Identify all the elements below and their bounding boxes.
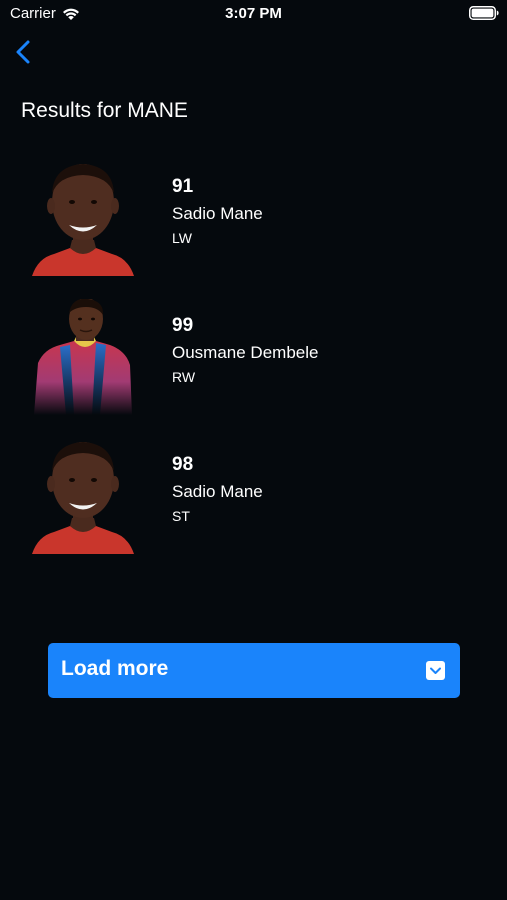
player-name: Ousmane Dembele bbox=[172, 343, 319, 362]
status-bar: Carrier 3:07 PM bbox=[0, 0, 507, 28]
status-time: 3:07 PM bbox=[225, 5, 282, 22]
player-rating: 99 bbox=[172, 315, 194, 336]
back-button[interactable] bbox=[12, 38, 38, 66]
chevron-left-icon bbox=[16, 40, 30, 64]
result-item[interactable]: 98 Sadio Mane ST bbox=[0, 428, 507, 567]
player-name: Sadio Mane bbox=[172, 482, 263, 501]
player-position: LW bbox=[172, 230, 192, 246]
player-info: 99 Ousmane Dembele RW bbox=[172, 315, 318, 386]
player-position: ST bbox=[172, 508, 190, 524]
player-photo bbox=[32, 164, 134, 276]
result-item[interactable]: 91 Sadio Mane LW bbox=[0, 150, 507, 289]
player-rating: 98 bbox=[172, 454, 194, 475]
page-title: Results for MANE bbox=[21, 99, 188, 122]
chevron-down-box-icon bbox=[426, 661, 445, 680]
load-more-label: Load more bbox=[61, 657, 169, 680]
player-photo bbox=[32, 442, 134, 554]
player-photo bbox=[34, 299, 132, 415]
battery-icon bbox=[469, 6, 499, 20]
result-item[interactable]: 99 Ousmane Dembele RW bbox=[0, 289, 507, 428]
player-rating: 91 bbox=[172, 176, 194, 197]
results-list: 91 Sadio Mane LW 99 Ousmane Dembele RW 9… bbox=[0, 150, 507, 567]
player-name: Sadio Mane bbox=[172, 204, 263, 223]
load-more-button[interactable]: Load more bbox=[48, 643, 460, 698]
player-info: 91 Sadio Mane LW bbox=[172, 176, 263, 247]
player-info: 98 Sadio Mane ST bbox=[172, 454, 263, 525]
player-position: RW bbox=[172, 369, 196, 385]
